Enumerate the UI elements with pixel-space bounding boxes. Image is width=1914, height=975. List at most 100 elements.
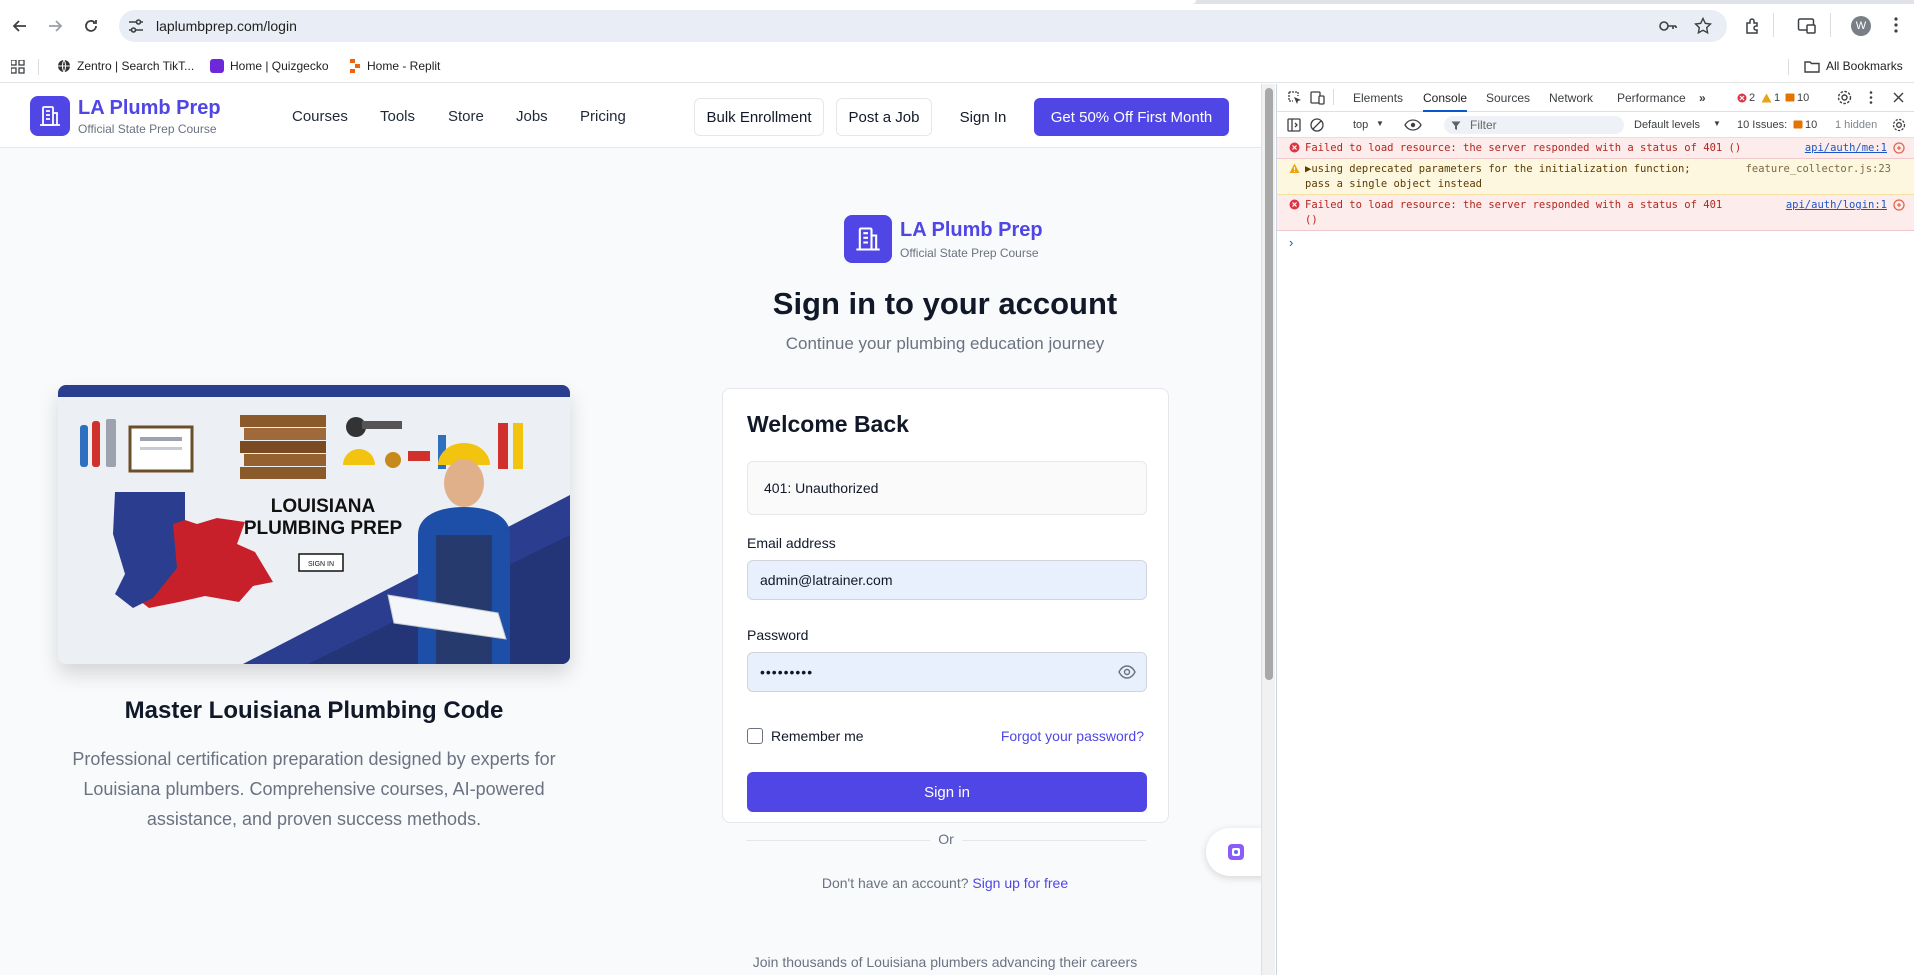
bookmark-replit[interactable]: Home - Replit	[349, 59, 440, 73]
forward-button[interactable]	[42, 13, 68, 39]
page-scrollbar[interactable]	[1261, 84, 1275, 975]
tab-performance[interactable]: Performance	[1617, 91, 1686, 105]
ai-explain-icon[interactable]	[1893, 142, 1905, 154]
apps-grid-icon[interactable]	[11, 60, 25, 74]
console-message-warning[interactable]: ▶using deprecated parameters for the ini…	[1277, 159, 1914, 195]
no-account-text: Don't have an account?	[821, 875, 969, 891]
tab-console[interactable]: Console	[1423, 91, 1468, 112]
login-brand-subtitle: Official State Prep Course	[900, 246, 1039, 260]
url-text[interactable]: laplumbprep.com/login	[156, 18, 297, 34]
hero-heading: Master Louisiana Plumbing Code	[124, 697, 504, 724]
signup-link[interactable]: Sign up for free	[972, 875, 1068, 891]
console-settings-gear-icon[interactable]	[1892, 118, 1906, 132]
issues-count[interactable]: 10	[1805, 119, 1817, 131]
profile-avatar[interactable]: W	[1851, 16, 1871, 36]
password-label: Password	[747, 627, 809, 643]
tab-network[interactable]: Network	[1549, 91, 1593, 105]
issue-count[interactable]: 10	[1797, 92, 1809, 104]
console-message-text-continued: pass a single object instead	[1305, 178, 1483, 190]
brand-subtitle: Official State Prep Course	[78, 122, 217, 136]
live-expression-eye-icon[interactable]	[1404, 119, 1422, 131]
warning-count-icon	[1761, 93, 1772, 103]
log-levels-dropdown[interactable]: Default levels	[1634, 119, 1700, 131]
sidebar-toggle-icon[interactable]	[1287, 118, 1301, 132]
context-selector[interactable]: top	[1353, 119, 1368, 131]
tab-elements[interactable]: Elements	[1353, 91, 1403, 105]
hero-image: LOUISIANA PLUMBING PREP SIGN IN	[58, 385, 570, 664]
page-subtitle: Continue your plumbing education journey	[785, 334, 1105, 353]
page-viewport: LA Plumb Prep Official State Prep Course…	[0, 84, 1261, 975]
reload-button[interactable]	[78, 13, 104, 39]
console-message-error[interactable]: Failed to load resource: the server resp…	[1277, 138, 1914, 159]
site-info-icon[interactable]	[127, 18, 145, 34]
hero-description: Professional certification preparation d…	[72, 749, 556, 829]
console-message-source[interactable]: feature_collector.js:23	[1746, 162, 1891, 177]
browser-menu-icon[interactable]	[1894, 16, 1898, 34]
password-field[interactable]: •••••••••	[747, 652, 1147, 692]
nav-jobs[interactable]: Jobs	[516, 108, 548, 125]
post-job-button[interactable]: Post a Job	[836, 98, 932, 136]
brand-title[interactable]: LA Plumb Prep	[78, 97, 221, 120]
clear-console-icon[interactable]	[1310, 118, 1324, 132]
active-tab[interactable]	[0, 0, 1196, 4]
console-prompt[interactable]: ›	[1289, 235, 1293, 250]
remember-me-checkbox[interactable]	[747, 728, 763, 744]
scrollbar-thumb[interactable]	[1265, 88, 1273, 680]
issues-flag-icon	[1793, 120, 1803, 129]
more-tabs-chevron-icon[interactable]: »	[1699, 91, 1706, 105]
settings-gear-icon[interactable]	[1837, 90, 1852, 105]
password-key-icon[interactable]	[1658, 18, 1678, 34]
warning-icon	[1289, 163, 1300, 173]
console-filter-input[interactable]: Filter	[1444, 116, 1624, 134]
tab-sources[interactable]: Sources	[1486, 91, 1530, 105]
forgot-password-link[interactable]: Forgot your password?	[1001, 728, 1144, 744]
error-count[interactable]: 2	[1749, 92, 1755, 104]
sign-in-link[interactable]: Sign In	[945, 98, 1021, 136]
issues-label[interactable]: 10 Issues:	[1737, 119, 1787, 131]
login-brand-title: LA Plumb Prep	[900, 219, 1043, 241]
back-button[interactable]	[7, 13, 33, 39]
folder-icon	[1804, 60, 1820, 73]
bookmark-label: Home | Quizgecko	[230, 59, 329, 73]
floating-assistant-button[interactable]	[1206, 828, 1261, 876]
cast-screen-icon[interactable]	[1797, 17, 1817, 35]
warning-count[interactable]: 1	[1774, 92, 1780, 104]
nav-courses[interactable]: Courses	[292, 108, 348, 125]
nav-pricing[interactable]: Pricing	[580, 108, 626, 125]
device-toolbar-icon[interactable]	[1310, 90, 1325, 105]
console-message-text-continued: ()	[1305, 214, 1318, 226]
nav-store[interactable]: Store	[448, 108, 484, 125]
devtools-menu-icon[interactable]	[1869, 90, 1873, 105]
reload-icon	[85, 20, 97, 32]
card-title: Welcome Back	[747, 411, 909, 437]
levels-dropdown-icon[interactable]: ▼	[1713, 119, 1721, 128]
context-dropdown-icon[interactable]: ▼	[1376, 119, 1384, 128]
sign-in-button[interactable]: Sign in	[747, 772, 1147, 812]
remember-me-label[interactable]: Remember me	[771, 728, 864, 744]
browser-toolbar: laplumbprep.com/login W	[0, 0, 1914, 51]
email-field[interactable]: admin@latrainer.com	[747, 560, 1147, 600]
discount-cta-button[interactable]: Get 50% Off First Month	[1034, 98, 1229, 136]
bulk-enrollment-button[interactable]: Bulk Enrollment	[694, 98, 824, 136]
inspect-element-icon[interactable]	[1287, 90, 1302, 105]
quizgecko-icon	[210, 59, 224, 73]
all-bookmarks-label: All Bookmarks	[1826, 59, 1903, 73]
console-message-text: Failed to load resource: the server resp…	[1305, 142, 1742, 154]
site-logo[interactable]	[30, 96, 70, 136]
console-message-source[interactable]: api/auth/login:1	[1786, 198, 1887, 213]
ai-explain-icon[interactable]	[1893, 199, 1905, 211]
bookmark-quizgecko[interactable]: Home | Quizgecko	[210, 59, 329, 73]
bookmark-star-icon[interactable]	[1694, 17, 1712, 35]
close-devtools-icon[interactable]	[1893, 92, 1904, 103]
all-bookmarks-button[interactable]: All Bookmarks	[1804, 59, 1903, 73]
console-message-error[interactable]: Failed to load resource: the server resp…	[1277, 195, 1914, 231]
nav-tools[interactable]: Tools	[380, 108, 415, 125]
extensions-puzzle-icon[interactable]	[1744, 17, 1762, 35]
address-bar[interactable]: laplumbprep.com/login	[119, 10, 1727, 42]
eye-icon[interactable]	[1118, 665, 1136, 679]
site-header: LA Plumb Prep Official State Prep Course…	[0, 84, 1261, 148]
console-message-source[interactable]: api/auth/me:1	[1805, 141, 1887, 156]
bookmark-zentro[interactable]: Zentro | Search TikT...	[57, 59, 194, 73]
assistant-icon	[1228, 844, 1244, 860]
login-logo	[844, 215, 892, 263]
